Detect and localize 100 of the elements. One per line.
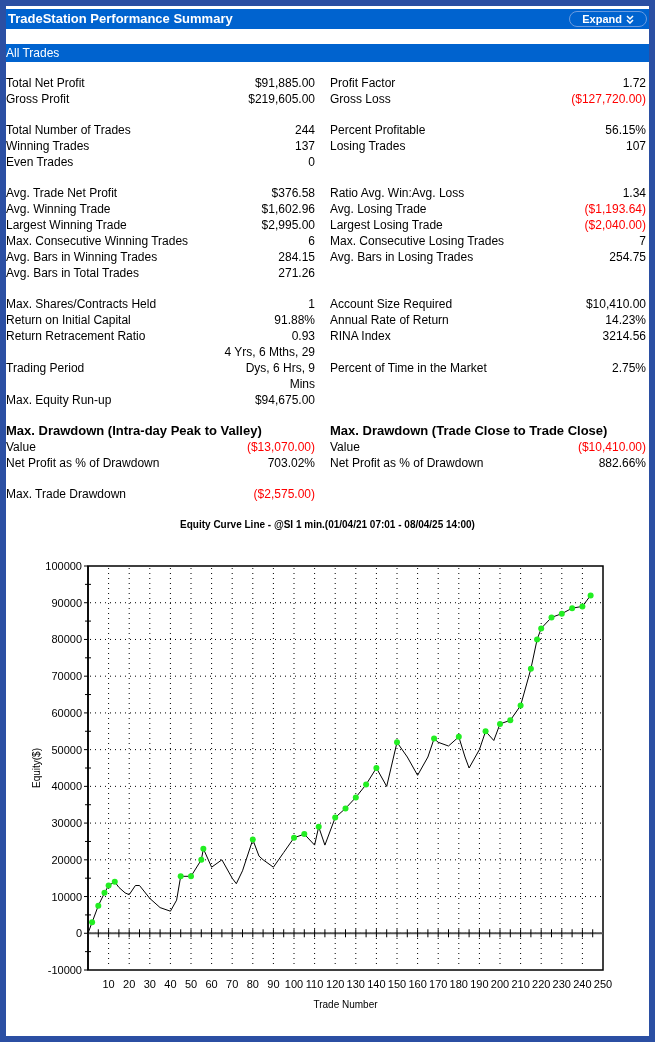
y-tick-label: 100000 [45, 560, 82, 572]
y-tick-label: -10000 [47, 964, 82, 976]
stat-value: ($13,070.00) [246, 439, 315, 455]
stat-value: 882.66% [598, 455, 646, 471]
section-header: All Trades [6, 44, 649, 62]
stat-value: $219,605.00 [247, 91, 315, 107]
new-high-marker [249, 836, 256, 843]
x-tick-label: 60 [205, 978, 218, 990]
x-tick-label: 100 [284, 978, 304, 990]
drawdown-heading: Max. Drawdown (Trade Close to Trade Close) [330, 423, 609, 439]
stat-label: Gross Loss [330, 91, 391, 107]
stat-value: 0 [307, 154, 315, 170]
x-tick-label: 50 [184, 978, 198, 990]
new-high-marker [301, 831, 308, 838]
x-tick-label: 30 [143, 978, 156, 990]
new-high-marker [315, 823, 322, 830]
x-tick-label: 20 [123, 978, 136, 990]
y-tick-label: 60000 [51, 706, 82, 719]
y-tick-label: 70000 [51, 670, 82, 683]
new-high-marker [198, 856, 205, 863]
stat-label: Max. Trade Drawdown [6, 486, 127, 502]
stat-label: Net Profit as % of Drawdown [330, 455, 484, 471]
new-high-marker [558, 610, 565, 617]
new-high-marker [200, 845, 207, 852]
stat-value: ($1,193.64) [584, 201, 646, 217]
stat-value: 7 [639, 233, 646, 249]
stat-label: Return on Initial Capital [6, 312, 131, 328]
stat-value: 271.26 [277, 265, 315, 281]
stat-label: Gross Profit [6, 91, 70, 107]
new-high-marker [534, 636, 541, 643]
new-high-marker [342, 805, 349, 812]
drawdown-heading: Max. Drawdown (Intra-day Peak to Valley) [6, 423, 263, 439]
new-high-marker [188, 873, 194, 880]
stat-label: Trading Period [6, 360, 85, 376]
x-tick-label: 170 [429, 978, 448, 990]
new-high-marker [517, 702, 524, 709]
x-tick-label: 140 [367, 978, 386, 990]
x-tick-label: 180 [449, 978, 468, 990]
new-high-marker [363, 781, 370, 788]
stat-label: Max. Shares/Contracts Held [6, 296, 157, 312]
stat-label: Avg. Bars in Winning Trades [6, 249, 158, 265]
stat-value: 107 [625, 138, 646, 154]
y-tick-label: 90000 [51, 596, 82, 609]
stat-value: 703.02% [267, 455, 315, 471]
stat-value: ($2,040.00) [584, 217, 646, 233]
y-tick-label: 40000 [51, 780, 82, 793]
new-high-marker [538, 625, 545, 632]
y-axis-label: Equity($) [31, 748, 42, 788]
stat-label: Avg. Losing Trade [330, 201, 427, 217]
stat-label: Max. Equity Run-up [6, 392, 112, 408]
y-tick-label: 10000 [51, 890, 82, 903]
stat-value: $10,410.00 [585, 296, 646, 312]
stat-label: Even Trades [6, 154, 74, 170]
stat-label: Avg. Trade Net Profit [6, 185, 118, 201]
x-tick-label: 110 [305, 978, 324, 990]
stat-label: RINA Index [330, 328, 391, 344]
stat-label: Winning Trades [6, 138, 90, 154]
new-high-marker [579, 603, 586, 610]
x-tick-label: 10 [102, 978, 115, 990]
y-tick-label: 30000 [51, 817, 82, 830]
new-high-marker [352, 794, 359, 801]
new-high-marker [373, 765, 380, 771]
stat-value: 2.75% [611, 360, 646, 376]
new-high-marker [569, 605, 576, 612]
stat-value: $2,995.00 [260, 217, 315, 233]
x-tick-label: 200 [490, 978, 510, 990]
new-high-marker [548, 614, 555, 621]
stat-value: $94,675.00 [253, 392, 315, 408]
window-title: TradeStation Performance Summary [8, 10, 233, 29]
stat-value: 0.93 [290, 328, 315, 344]
stat-label: Profit Factor [330, 75, 396, 91]
x-tick-label: 90 [267, 978, 280, 990]
chart-title: Equity Curve Line - @SI 1 min.(01/04/21 07:01 - 08/04/25 14:00) [180, 519, 475, 530]
new-high-marker [455, 733, 462, 740]
x-tick-label: 220 [532, 978, 551, 990]
stat-label: Value [6, 439, 36, 455]
double-chevron-icon [626, 14, 634, 24]
new-high-marker [507, 717, 514, 724]
stat-value: 14.23% [605, 312, 646, 328]
stat-label: Avg. Bars in Losing Trades [330, 249, 474, 265]
new-high-marker [527, 665, 534, 672]
new-high-marker [431, 735, 438, 742]
new-high-marker [482, 728, 489, 735]
stat-label: Return Retracement Ratio [6, 328, 146, 344]
new-high-marker [332, 814, 339, 821]
stat-value: $376.58 [270, 185, 315, 201]
y-tick-label: 20000 [51, 853, 82, 866]
stat-value: 56.15% [605, 122, 646, 138]
stat-label: Max. Consecutive Losing Trades [330, 233, 505, 249]
new-high-marker [95, 902, 102, 909]
new-high-marker [177, 873, 184, 880]
new-high-marker [89, 919, 96, 926]
x-tick-label: 230 [552, 978, 571, 990]
stat-label: Percent Profitable [330, 122, 426, 138]
stat-value: 254.75 [609, 249, 646, 265]
x-tick-label: 250 [593, 978, 613, 990]
stat-label: Avg. Bars in Total Trades [6, 265, 139, 281]
x-tick-label: 70 [226, 978, 239, 990]
x-tick-label: 160 [408, 978, 427, 990]
x-tick-label: 150 [387, 978, 407, 990]
